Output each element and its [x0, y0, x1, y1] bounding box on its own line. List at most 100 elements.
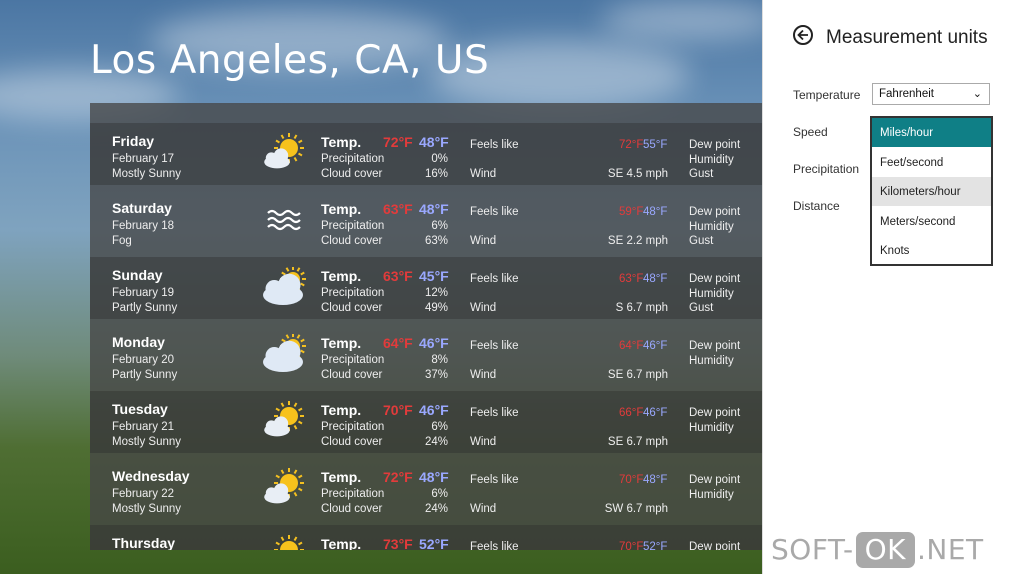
humidity-label: Humidity [689, 355, 734, 367]
forecast-row[interactable]: Saturday February 18 Fog Temp. 63°F 48°F Preci… [90, 190, 762, 252]
temp-low: 48°F [419, 134, 449, 150]
dew-point-label: Dew point [689, 541, 741, 550]
forecast-row[interactable]: Tuesday February 21 Mostly Sunny Temp. 70°F 4… [90, 391, 762, 453]
panel-title: Measurement units [826, 27, 988, 48]
precipitation-label: Precipitation [321, 354, 385, 366]
forecast-row[interactable]: Sunday February 19 Partly Sunny Temp. 63°F 45… [90, 257, 762, 319]
speed-dropdown[interactable]: Miles/hour Feet/second Kilometers/hour Mete… [870, 116, 993, 266]
day-date: February 20 [112, 354, 175, 366]
precipitation-value: 0% [431, 153, 448, 165]
cloud-cover-label: Cloud cover [321, 235, 383, 247]
wind-label: Wind [470, 369, 497, 381]
cloud-cover-value: 16% [424, 168, 448, 180]
sun-cloud-icon [262, 468, 308, 508]
forecast-row[interactable]: Monday February 20 Partly Sunny Temp. 64°F 46… [90, 324, 762, 386]
day-name: Sunday [112, 267, 163, 283]
speed-option[interactable]: Feet/second [872, 148, 991, 177]
cloud-cover-label: Cloud cover [321, 168, 383, 180]
feels-like-high: 70°F [619, 474, 644, 486]
day-date: February 21 [112, 421, 175, 433]
partly-sunny-icon [262, 266, 308, 307]
sun-cloud-icon [262, 133, 308, 173]
day-condition: Mostly Sunny [112, 168, 182, 180]
temp-high: 70°F [383, 402, 413, 418]
watermark-ok: OK [855, 532, 915, 568]
cloud-cover-value: 49% [424, 302, 448, 314]
day-name: Tuesday [112, 401, 168, 417]
precipitation-value: 6% [431, 220, 448, 232]
speed-option[interactable]: Miles/hour [872, 118, 991, 147]
humidity-label: Humidity [689, 288, 734, 300]
humidity-label: Humidity [689, 422, 734, 434]
temp-high: 73°F [383, 536, 413, 550]
temperature-value: Fahrenheit [879, 88, 934, 100]
chevron-down-icon: ⌄ [972, 88, 982, 100]
forecast-row[interactable]: Wednesday February 22 Mostly Sunny Temp. 72°… [90, 458, 762, 520]
speed-option[interactable]: Meters/second [872, 207, 991, 236]
cloud-decoration [600, 0, 762, 40]
dew-point-label: Dew point [689, 474, 741, 486]
feels-like-high: 64°F [619, 340, 644, 352]
watermark: SOFT- OK .NET [771, 532, 984, 568]
dew-point-label: Dew point [689, 273, 741, 285]
forecast-list[interactable]: Friday February 17 Mostly Sunny Temp. 72°F 48… [90, 103, 762, 550]
cloud-cover-value: 37% [424, 369, 448, 381]
temperature-select[interactable]: Fahrenheit ⌄ [872, 83, 990, 105]
humidity-label: Humidity [689, 489, 734, 501]
temp-label: Temp. [321, 335, 362, 351]
feels-like-low: 48°F [643, 273, 668, 285]
fog-icon [262, 200, 308, 240]
gust-label: Gust [689, 168, 714, 180]
humidity-label: Humidity [689, 221, 734, 233]
forecast-row[interactable]: Friday February 17 Mostly Sunny Temp. 72°F 48… [90, 123, 762, 185]
temp-high: 72°F [383, 469, 413, 485]
feels-like-label: Feels like [470, 407, 519, 419]
gust-label: Gust [689, 235, 714, 247]
temp-low: 46°F [419, 335, 449, 351]
day-name: Thursday [112, 535, 176, 550]
feels-like-high: 59°F [619, 206, 644, 218]
feels-like-low: 46°F [643, 407, 668, 419]
cloud-cover-label: Cloud cover [321, 503, 383, 515]
feels-like-label: Feels like [470, 139, 519, 151]
cloud-cover-label: Cloud cover [321, 369, 383, 381]
dew-point-label: Dew point [689, 206, 741, 218]
back-button[interactable] [793, 25, 813, 45]
precipitation-value: 12% [424, 287, 448, 299]
speed-option[interactable]: Knots [872, 236, 991, 265]
cloud-cover-label: Cloud cover [321, 436, 383, 448]
arrow-left-icon [797, 29, 808, 41]
temp-label: Temp. [321, 134, 362, 150]
wind-label: Wind [470, 302, 497, 314]
precipitation-value: 8% [431, 354, 448, 366]
cloud-cover-value: 63% [424, 235, 448, 247]
distance-label: Distance [793, 199, 840, 213]
temp-label: Temp. [321, 536, 362, 550]
temperature-label: Temperature [793, 88, 861, 102]
feels-like-high: 72°F [619, 139, 644, 151]
feels-like-high: 66°F [619, 407, 644, 419]
temp-label: Temp. [321, 402, 362, 418]
forecast-row[interactable]: Thursday Temp. 73°F 52°F Feels like 70°F 52°F D… [90, 525, 762, 550]
day-name: Wednesday [112, 468, 190, 484]
day-name: Friday [112, 133, 155, 149]
wind-label: Wind [470, 168, 497, 180]
day-condition: Partly Sunny [112, 369, 178, 381]
watermark-prefix: SOFT- [771, 533, 854, 566]
speed-option[interactable]: Kilometers/hour [872, 177, 991, 207]
precipitation-label: Precipitation [321, 220, 385, 232]
cloud-cover-label: Cloud cover [321, 302, 383, 314]
feels-like-low: 48°F [643, 206, 668, 218]
watermark-suffix: .NET [916, 533, 984, 566]
temp-low: 48°F [419, 469, 449, 485]
sun-cloud-icon [262, 401, 308, 441]
feels-like-label: Feels like [470, 340, 519, 352]
day-date: February 22 [112, 488, 175, 500]
partly-sunny-icon [262, 333, 308, 374]
precipitation-label: Precipitation [321, 153, 385, 165]
temp-low: 46°F [419, 402, 449, 418]
cloud-cover-value: 24% [424, 436, 448, 448]
feels-like-label: Feels like [470, 273, 519, 285]
feels-like-label: Feels like [470, 206, 519, 218]
temp-low: 52°F [419, 536, 449, 550]
